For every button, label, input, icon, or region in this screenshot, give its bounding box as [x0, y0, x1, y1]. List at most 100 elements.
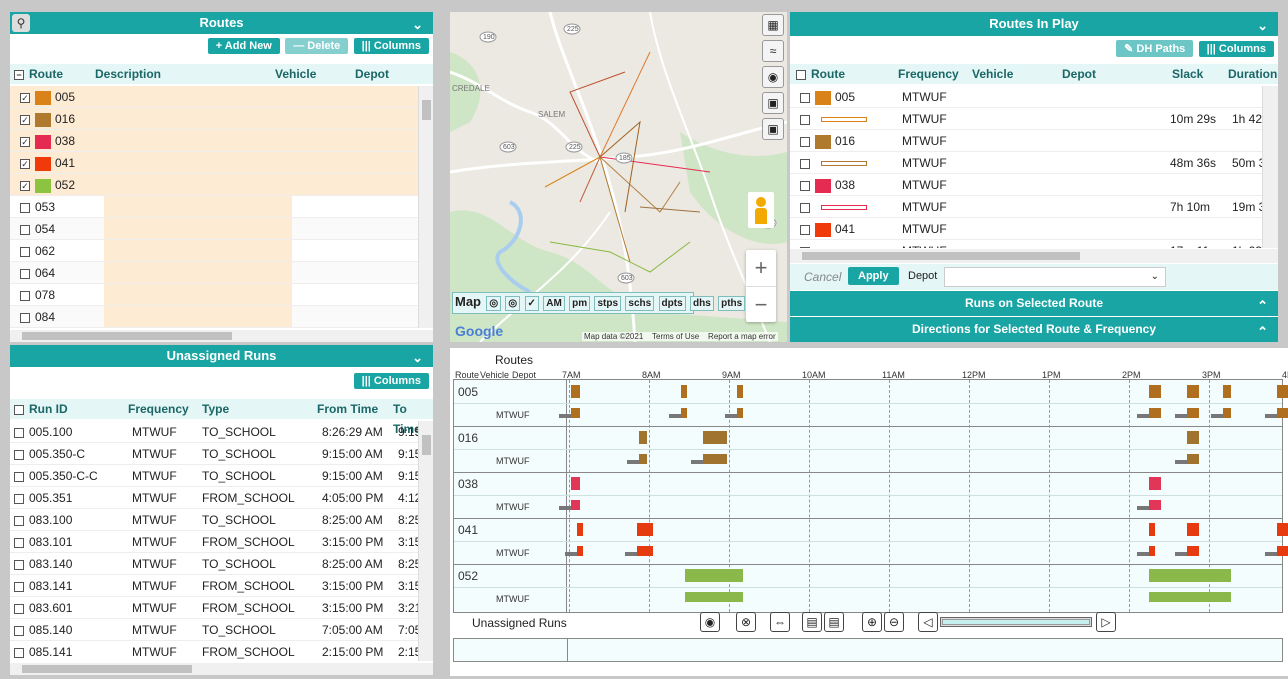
deadhead-block[interactable]	[565, 552, 577, 556]
table-row[interactable]: 084	[10, 306, 418, 328]
row-checkbox[interactable]	[800, 114, 810, 125]
scroll-left-icon[interactable]: ◁	[918, 612, 938, 632]
row-checkbox[interactable]	[14, 625, 24, 636]
run-block[interactable]	[681, 408, 688, 418]
table-row[interactable]: 005.351 MTWUF FROM_SCHOOL 4:05:00 PM 4:12	[10, 487, 418, 509]
pm-button[interactable]: pm	[569, 296, 591, 311]
route-color-swatch[interactable]	[35, 178, 51, 193]
run-block[interactable]	[1223, 385, 1231, 398]
route-color-swatch[interactable]	[815, 178, 831, 193]
route-color-swatch[interactable]	[815, 134, 831, 149]
paths-button[interactable]: pths	[718, 296, 746, 311]
run-block[interactable]	[1223, 408, 1231, 418]
zoom-out-icon[interactable]: ⊖	[884, 612, 904, 632]
table-row[interactable]: MTWUF 10m 29s 1h 42i	[790, 108, 1262, 130]
table-row[interactable]: 038 MTWUF	[790, 174, 1262, 196]
row-checkbox[interactable]	[14, 647, 24, 658]
cancel-button[interactable]: Cancel	[804, 270, 841, 284]
unassigned-vscrollbar[interactable]	[418, 421, 433, 661]
scroll-right-icon[interactable]: ▷	[1096, 612, 1116, 632]
table-row[interactable]: 054	[10, 218, 418, 240]
run-block[interactable]	[1149, 477, 1161, 490]
run-block[interactable]	[1149, 385, 1161, 398]
run-block[interactable]	[1149, 592, 1231, 602]
select-all-checkbox[interactable]: −	[14, 69, 24, 80]
routes-title-bar[interactable]: Routes ⌄	[10, 12, 433, 34]
select-all-checkbox[interactable]	[14, 404, 24, 415]
select-all-checkbox[interactable]	[796, 69, 806, 80]
row-checkbox[interactable]	[14, 581, 24, 592]
table-row[interactable]: ✓ 038	[10, 130, 418, 152]
layers-icon[interactable]: ▣	[762, 92, 784, 114]
deadhead-block[interactable]	[1174, 460, 1187, 464]
row-checkbox[interactable]	[20, 224, 30, 235]
table-row[interactable]: MTWUF 17m 11s 1h 23i	[790, 240, 1262, 248]
header-type[interactable]: Type	[202, 399, 229, 419]
schools-button[interactable]: schs	[625, 296, 655, 311]
eyedropper-icon[interactable]: ✓	[524, 296, 539, 311]
dh-paths-button[interactable]: ✎ DH Paths	[1116, 40, 1194, 57]
run-block[interactable]	[570, 500, 581, 510]
deadhead-block[interactable]	[1265, 552, 1277, 556]
run-block[interactable]	[1277, 385, 1288, 398]
map-toggle-button[interactable]: Map	[455, 294, 481, 309]
street-view-pegman-icon[interactable]	[748, 192, 774, 228]
row-checkbox[interactable]	[20, 246, 30, 257]
table-row[interactable]: 062	[10, 240, 418, 262]
run-block[interactable]	[1149, 523, 1155, 536]
collapse-rows-icon[interactable]: ▤	[802, 612, 822, 632]
header-duration[interactable]: Duration	[1228, 64, 1277, 84]
run-block[interactable]	[1186, 431, 1200, 444]
header-description[interactable]: Description	[95, 64, 161, 84]
row-checkbox[interactable]	[800, 224, 810, 235]
fit-width-icon[interactable]: ⇔	[770, 612, 790, 632]
run-block[interactable]	[681, 385, 688, 398]
collapse-chevron-icon[interactable]: ⌄	[1257, 14, 1268, 38]
run-block[interactable]	[702, 454, 728, 464]
table-row[interactable]: 016 MTWUF	[790, 130, 1262, 152]
row-checkbox[interactable]	[14, 449, 24, 460]
run-block[interactable]	[1277, 523, 1288, 536]
row-checkbox[interactable]	[14, 515, 24, 526]
row-checkbox[interactable]	[800, 92, 810, 103]
clear-icon[interactable]: ⊗	[736, 612, 756, 632]
run-block[interactable]	[577, 523, 583, 536]
unassigned-columns-button[interactable]: ||| Columns	[353, 373, 429, 389]
route-color-swatch[interactable]	[35, 112, 51, 127]
deadhead-block[interactable]	[725, 414, 737, 418]
run-block[interactable]	[638, 431, 648, 444]
run-block[interactable]	[1277, 546, 1288, 556]
row-checkbox[interactable]: ✓	[20, 158, 30, 169]
run-block[interactable]	[1149, 569, 1231, 582]
map-type-icon[interactable]: ▦	[762, 14, 784, 36]
header-depot[interactable]: Depot	[1062, 64, 1096, 84]
globe-icon[interactable]: ◉	[762, 66, 784, 88]
route-color-swatch[interactable]	[35, 156, 51, 171]
table-row[interactable]: 005.100 MTWUF TO_SCHOOL 8:26:29 AM 9:15	[10, 421, 418, 443]
run-block[interactable]	[1149, 500, 1161, 510]
row-checkbox[interactable]	[14, 537, 24, 548]
run-block[interactable]	[1186, 385, 1200, 398]
play-columns-button[interactable]: ||| Columns	[1198, 41, 1274, 57]
table-row[interactable]: 083.101 MTWUF FROM_SCHOOL 3:15:00 PM 3:15	[10, 531, 418, 553]
deadhead-block[interactable]	[625, 552, 637, 556]
apply-button[interactable]: Apply	[848, 267, 899, 285]
route-label[interactable]: 041	[458, 523, 478, 537]
run-block[interactable]	[638, 454, 648, 464]
row-checkbox[interactable]: ✓	[20, 92, 30, 103]
play-hscrollbar[interactable]	[790, 249, 1278, 263]
depot-select[interactable]: ⌄	[944, 267, 1166, 287]
run-block[interactable]	[570, 408, 581, 418]
header-slack[interactable]: Slack	[1172, 64, 1203, 84]
row-checkbox[interactable]	[800, 158, 810, 169]
zoom-in-icon[interactable]: ⊕	[862, 612, 882, 632]
run-block[interactable]	[702, 431, 728, 444]
search-icon[interactable]: ⚲	[12, 14, 30, 32]
expand-chevron-icon[interactable]: ⌃	[1257, 293, 1268, 318]
run-block[interactable]	[637, 546, 653, 556]
row-checkbox[interactable]: ✓	[20, 114, 30, 125]
expand-rows-icon[interactable]: ▤	[824, 612, 844, 632]
deadhead-block[interactable]	[690, 460, 703, 464]
row-checkbox[interactable]	[14, 427, 24, 438]
add-new-button[interactable]: + Add New	[207, 38, 280, 54]
